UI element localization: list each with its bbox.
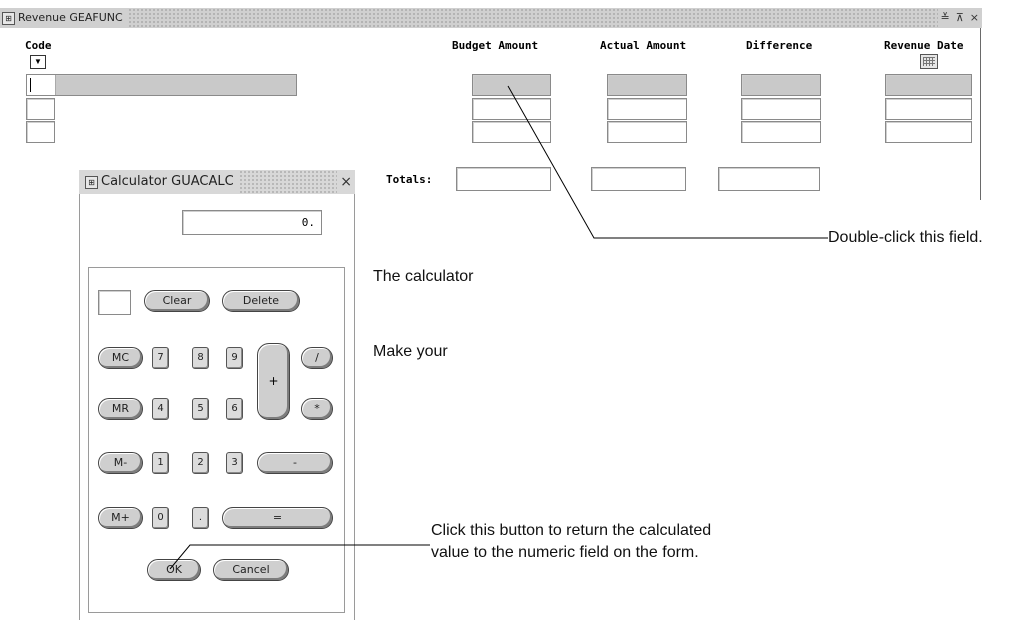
ok-annotation-line2: value to the numeric field on the form. xyxy=(431,544,699,561)
calculator-annotation: The calculator xyxy=(373,268,474,285)
ok-callout-line xyxy=(169,544,430,570)
double-click-annotation: Double-click this field. xyxy=(828,229,983,246)
double-click-callout-line xyxy=(507,85,828,239)
ok-annotation-line1: Click this button to return the calculat… xyxy=(431,522,712,539)
make-your-annotation: Make your xyxy=(373,343,448,360)
